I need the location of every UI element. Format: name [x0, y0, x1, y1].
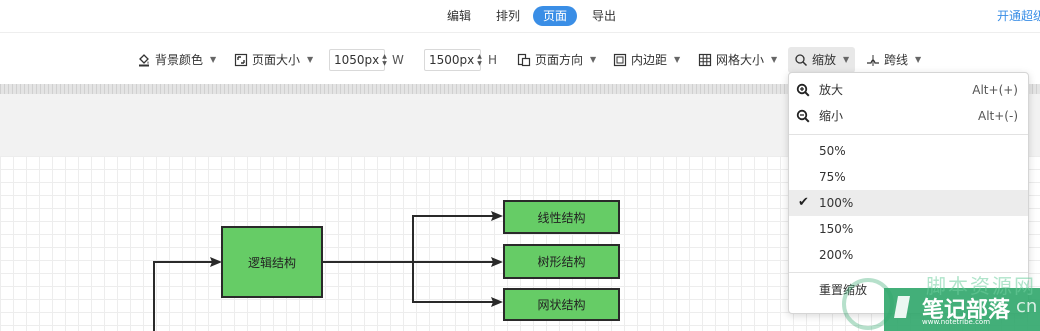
menu-item-zoom-in[interactable]: 放大 Alt+(+): [789, 77, 1028, 103]
menu-item-zoom-200[interactable]: 200%: [789, 242, 1028, 268]
menu-item-zoom-out[interactable]: 缩小 Alt+(-): [789, 103, 1028, 129]
watermark-faint-cn: cn: [1016, 296, 1038, 317]
node-root[interactable]: 逻辑结构: [221, 226, 323, 298]
zoom-level-label: 75%: [819, 170, 846, 184]
zoom-level-label: 150%: [819, 222, 854, 236]
watermark: 脚本资源网 笔记部落 cn www.notetribe.com: [840, 268, 1040, 331]
menu-item-zoom-150[interactable]: 150%: [789, 216, 1028, 242]
connector-root-net: [412, 262, 493, 303]
zoom-level-label: 100%: [819, 196, 854, 210]
zoom-in-shortcut: Alt+(+): [972, 83, 1018, 97]
menu-item-zoom-50[interactable]: 50%: [789, 138, 1028, 164]
menu-separator: [789, 134, 1028, 135]
zoom-out-icon: [796, 109, 810, 123]
connector-root-linear: [412, 215, 493, 262]
menu-item-zoom-75[interactable]: 75%: [789, 164, 1028, 190]
node-tree[interactable]: 树形结构: [503, 244, 620, 279]
watermark-url: www.notetribe.com: [922, 318, 991, 326]
connector-input: [153, 261, 214, 331]
node-linear[interactable]: 线性结构: [503, 200, 620, 234]
node-network[interactable]: 网状结构: [503, 288, 620, 321]
zoom-level-label: 200%: [819, 248, 854, 262]
zoom-level-label: 50%: [819, 144, 846, 158]
checkmark-icon: ✔: [798, 195, 809, 210]
zoom-in-label: 放大: [819, 83, 844, 97]
menu-item-zoom-100[interactable]: ✔ 100%: [789, 190, 1028, 216]
zoom-in-icon: [796, 83, 810, 97]
zoom-out-shortcut: Alt+(-): [978, 109, 1018, 123]
zoom-out-label: 缩小: [819, 109, 844, 123]
